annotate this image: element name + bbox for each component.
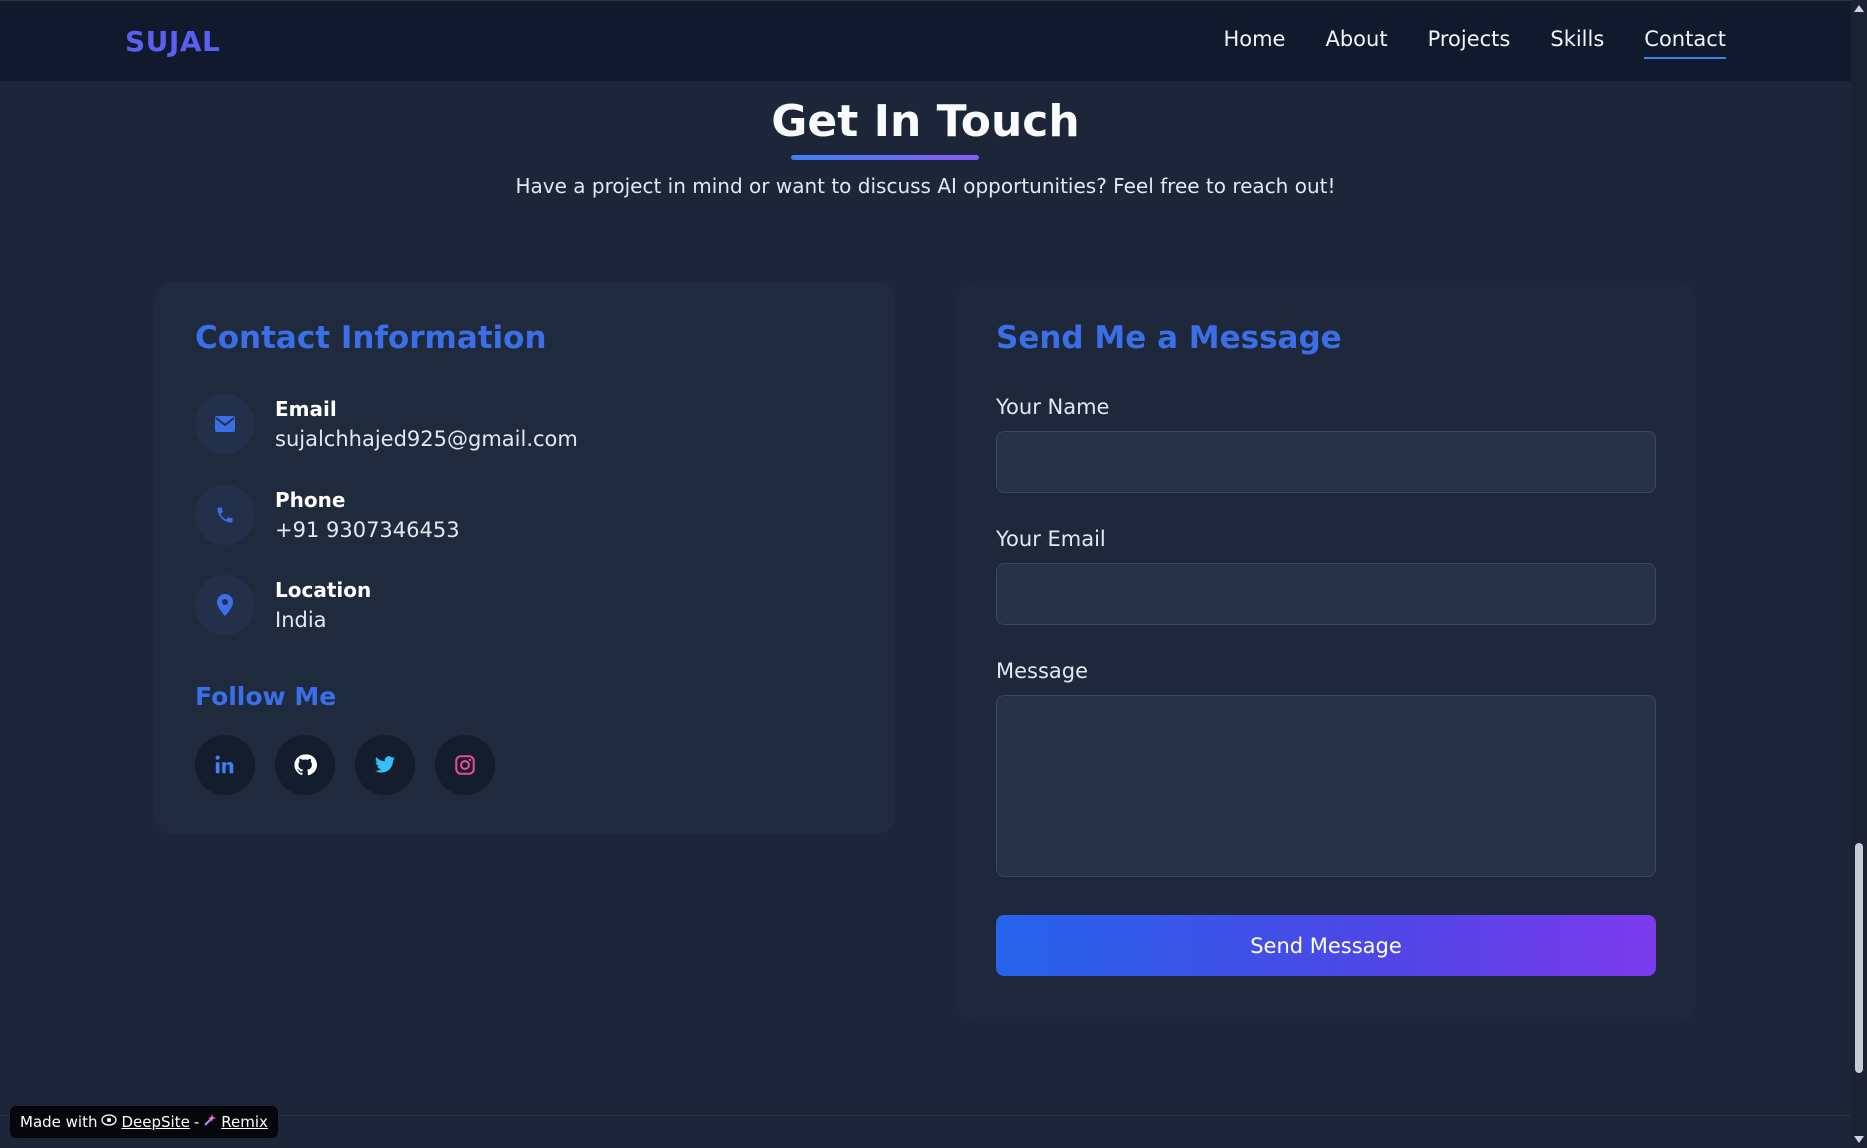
- envelope-icon: [195, 394, 255, 454]
- github-icon[interactable]: [275, 735, 335, 795]
- send-message-button[interactable]: Send Message: [996, 915, 1656, 976]
- instagram-icon[interactable]: [435, 735, 495, 795]
- contact-item-value: India: [275, 608, 327, 632]
- linkedin-icon[interactable]: [195, 735, 255, 795]
- email-input[interactable]: [996, 563, 1656, 625]
- contact-info-title: Contact Information: [195, 320, 547, 356]
- scrollbar-thumb[interactable]: [1855, 843, 1863, 1073]
- name-input[interactable]: [996, 431, 1656, 493]
- contact-item-label: Phone: [275, 488, 346, 512]
- made-with-badge: Made with DeepSite - Remix: [10, 1106, 278, 1138]
- badge-separator: -: [193, 1113, 200, 1131]
- badge-prefix: Made with: [20, 1113, 98, 1131]
- contact-item-label: Location: [275, 578, 372, 602]
- message-textarea[interactable]: [996, 695, 1656, 877]
- page: SUJAL Home About Projects Skills Contact…: [0, 0, 1867, 1148]
- section-title: Get In Touch: [771, 96, 1080, 147]
- title-underline: [791, 155, 979, 160]
- contact-item-value[interactable]: sujalchhajed925@gmail.com: [275, 427, 578, 451]
- nav-link-projects[interactable]: Projects: [1428, 27, 1511, 59]
- social-links: [195, 735, 495, 795]
- message-form-title: Send Me a Message: [996, 320, 1342, 356]
- email-field-label: Your Email: [996, 527, 1106, 551]
- nav-link-home[interactable]: Home: [1223, 27, 1285, 59]
- deepsite-logo-icon: [101, 1113, 118, 1131]
- remix-icon: [203, 1113, 217, 1131]
- twitter-icon[interactable]: [355, 735, 415, 795]
- contact-item-email: Email sujalchhajed925@gmail.com: [195, 394, 578, 454]
- contact-info-card: Contact Information Email sujalchhajed92…: [155, 282, 895, 834]
- location-pin-icon: [195, 575, 255, 635]
- deepsite-link[interactable]: DeepSite: [121, 1113, 189, 1131]
- nav-link-contact[interactable]: Contact: [1644, 27, 1726, 59]
- nav-link-about[interactable]: About: [1325, 27, 1387, 59]
- message-field-label: Message: [996, 659, 1089, 683]
- contact-item-value[interactable]: +91 9307346453: [275, 518, 460, 542]
- navbar: SUJAL Home About Projects Skills Contact: [0, 0, 1851, 81]
- message-form-card: Send Me a Message Your Name Your Email M…: [956, 282, 1696, 1022]
- phone-icon: [195, 485, 255, 545]
- name-field-label: Your Name: [996, 395, 1110, 419]
- nav-links: Home About Projects Skills Contact: [1223, 27, 1726, 59]
- remix-link[interactable]: Remix: [221, 1113, 268, 1131]
- scroll-up-arrow-icon[interactable]: [1854, 5, 1864, 12]
- brand-logo[interactable]: SUJAL: [125, 25, 220, 58]
- section-subtitle: Have a project in mind or want to discus…: [515, 174, 1336, 198]
- follow-me-title: Follow Me: [195, 682, 337, 711]
- contact-item-location: Location India: [195, 575, 371, 635]
- scroll-down-arrow-icon[interactable]: [1854, 1136, 1864, 1143]
- contact-item-phone: Phone +91 9307346453: [195, 485, 460, 545]
- vertical-scrollbar[interactable]: [1851, 0, 1867, 1148]
- nav-link-skills[interactable]: Skills: [1550, 27, 1604, 59]
- contact-item-label: Email: [275, 397, 337, 421]
